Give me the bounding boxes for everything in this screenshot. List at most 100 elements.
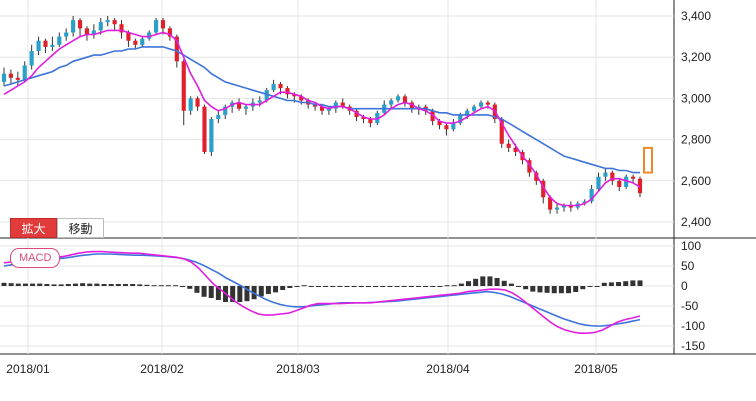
macd-histogram: [1, 276, 643, 302]
macd-hist-bar: [187, 286, 193, 289]
current-price-box: [643, 146, 653, 174]
macd-hist-bar: [315, 286, 321, 287]
candle-body: [195, 98, 200, 107]
macd-hist-bar: [144, 284, 150, 286]
macd-hist-bar: [451, 285, 457, 287]
macd-hist-bar: [380, 286, 386, 287]
candle-body: [50, 44, 55, 47]
candle-body: [105, 20, 110, 23]
y-tick-label: 3,400: [681, 9, 711, 23]
macd-hist-bar: [430, 286, 436, 287]
macd-hist-bar: [72, 283, 78, 286]
macd-hist-bar: [423, 286, 429, 287]
x-tick-label: 2018/05: [574, 362, 618, 376]
macd-hist-bar: [616, 282, 622, 286]
macd-hist-bar: [158, 285, 164, 287]
macd-hist-bar: [108, 284, 114, 286]
macd-hist-bar: [465, 281, 471, 286]
candle-body: [181, 61, 186, 111]
macd-hist-bar: [558, 286, 564, 294]
macd-hist-bar: [287, 286, 293, 288]
macd-hist-bar: [130, 284, 136, 286]
macd-tick-label: -50: [681, 299, 699, 313]
candle-body: [22, 65, 27, 80]
macd-hist-bar: [566, 286, 572, 294]
macd-hist-bar: [101, 284, 107, 286]
macd-hist-bar: [458, 283, 464, 286]
y-tick-label: 2,400: [681, 215, 711, 229]
candle-body: [29, 51, 34, 66]
candle-body: [202, 106, 207, 152]
candle-body: [617, 180, 622, 187]
ma-short-line: [3, 29, 641, 207]
macd-hist-bar: [22, 283, 28, 286]
macd-hist-bar: [208, 286, 214, 298]
candle-body: [243, 106, 249, 109]
candle-body: [57, 36, 62, 45]
candle-body: [112, 20, 117, 25]
macd-hist-bar: [301, 285, 307, 287]
macd-tick-label: -150: [681, 339, 705, 353]
expand-button[interactable]: 拡大: [10, 218, 57, 238]
candle-body: [271, 83, 276, 91]
macd-hist-bar: [165, 285, 171, 287]
macd-tick-label: 0: [681, 279, 688, 293]
candle-body: [603, 172, 608, 177]
candle-body: [554, 207, 560, 210]
macd-hist-bar: [351, 286, 357, 287]
macd-hist-bar: [480, 276, 486, 286]
macd-hist-bar: [594, 286, 600, 287]
macd-hist-bar: [151, 285, 157, 287]
chart-canvas: 2018/01 2018/02 2018/03 2018/04 2018/05 3,400…: [0, 0, 756, 376]
candle-body: [154, 20, 159, 33]
y-tick-label: 3,000: [681, 91, 711, 105]
macd-hist-bar: [580, 286, 586, 290]
macd-hist-bar: [537, 286, 543, 293]
macd-hist-bar: [530, 286, 536, 292]
macd-hist-bar: [608, 282, 614, 286]
macd-hist-bar: [415, 286, 421, 287]
macd-hist-bar: [365, 286, 371, 287]
macd-hist-bar: [573, 286, 579, 292]
move-button[interactable]: 移動: [57, 218, 104, 238]
macd-indicator-label[interactable]: MACD: [10, 248, 61, 268]
macd-hist-bar: [258, 286, 264, 297]
candle-body: [140, 38, 145, 45]
candle-body: [209, 119, 214, 152]
macd-hist-bar: [473, 278, 479, 286]
macd-hist-bar: [173, 285, 179, 287]
candlestick-series: [1, 16, 643, 214]
macd-hist-bar: [601, 282, 607, 286]
macd-hist-bar: [201, 286, 207, 297]
axis-labels: 2018/01 2018/02 2018/03 2018/04 2018/05 3,400…: [6, 9, 711, 376]
y-tick-label: 2,800: [681, 133, 711, 147]
candle-body: [98, 22, 103, 31]
macd-hist-bar: [637, 280, 643, 286]
candle-body: [1, 73, 7, 82]
macd-tick-label: -100: [681, 319, 705, 333]
macd-hist-bar: [8, 283, 14, 286]
candle-body: [395, 96, 401, 101]
macd-hist-bar: [508, 283, 514, 286]
macd-hist-bar: [37, 283, 43, 286]
macd-hist-bar: [501, 280, 507, 286]
macd-hist-bar: [551, 286, 557, 294]
x-tick-label: 2018/04: [426, 362, 470, 376]
macd-hist-bar: [323, 286, 329, 287]
x-tick-label: 2018/02: [140, 362, 184, 376]
macd-hist-bar: [65, 284, 71, 286]
candle-body: [43, 40, 48, 47]
candle-body: [8, 73, 13, 78]
macd-hist-bar: [1, 282, 7, 286]
macd-hist-bar: [344, 286, 350, 287]
candle-body: [133, 40, 138, 45]
macd-hist-bar: [494, 278, 500, 286]
chart-grid: [0, 0, 756, 355]
candle-body: [444, 125, 449, 130]
macd-hist-bar: [30, 283, 36, 286]
macd-hist-bar: [394, 286, 400, 287]
candle-body: [257, 100, 262, 103]
candle-body: [478, 102, 484, 107]
candle-body: [15, 77, 20, 80]
x-tick-label: 2018/03: [276, 362, 320, 376]
